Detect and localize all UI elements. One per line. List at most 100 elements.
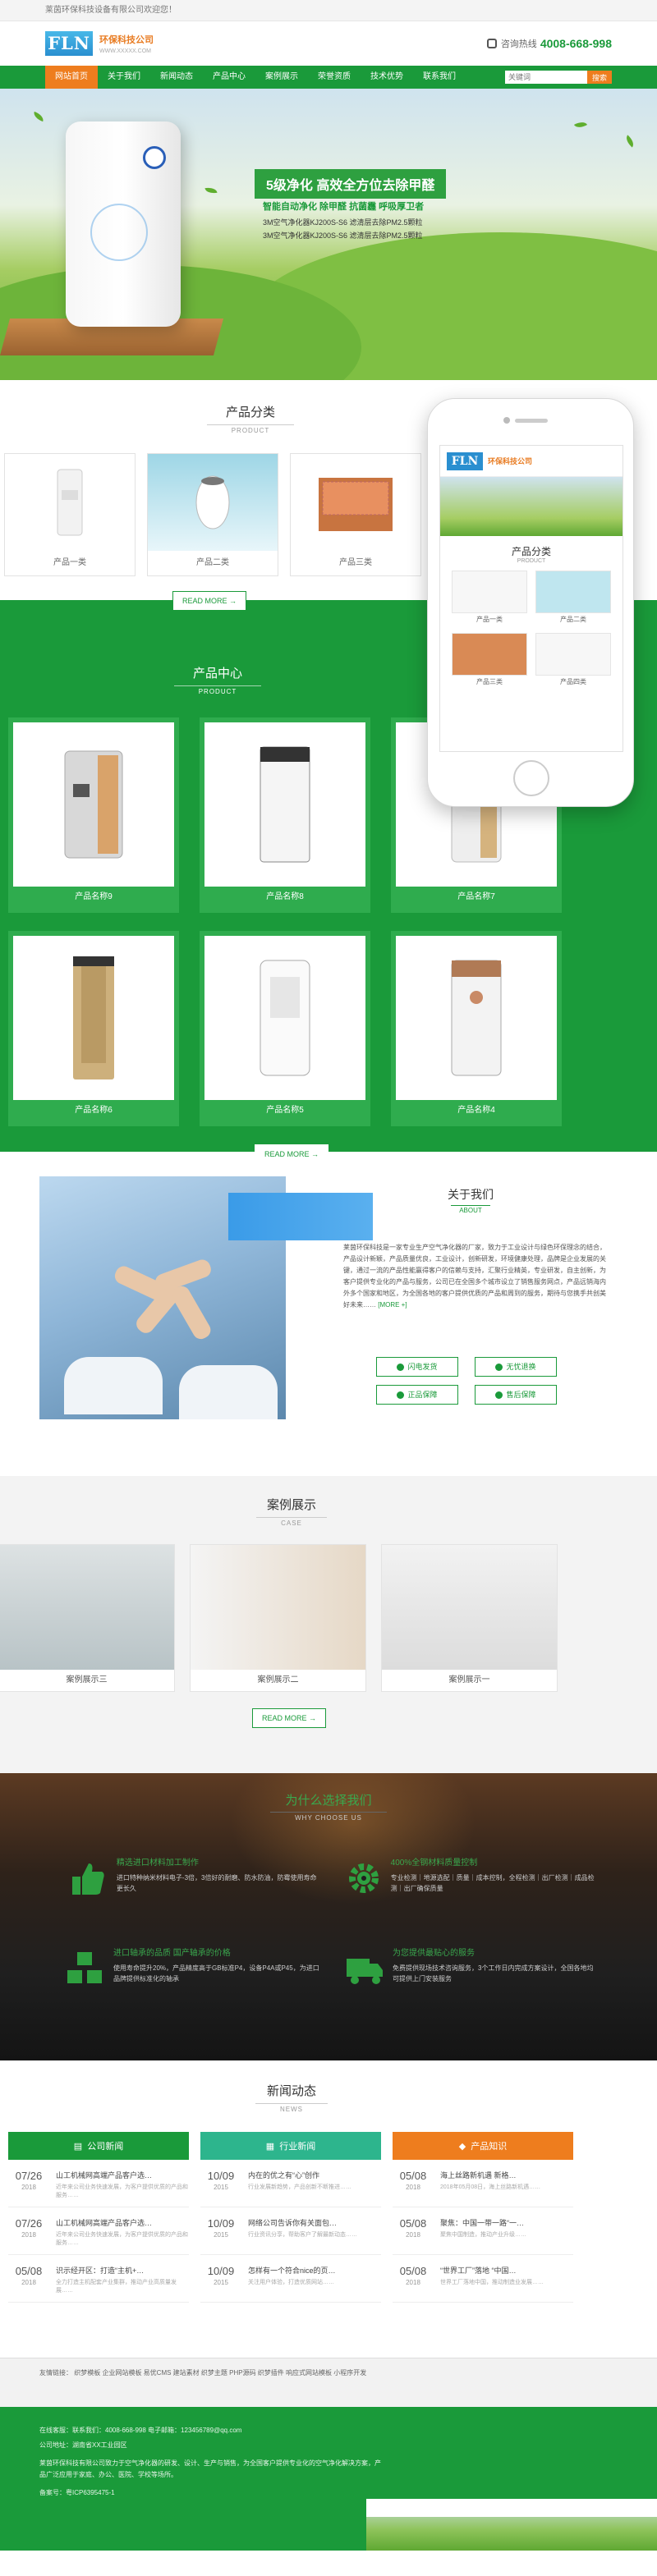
leaf-icon [32,111,45,122]
about-sky-image [228,1193,373,1240]
news-item[interactable]: 07/26 2018 山工机械网高端产品客户选… 近年来公司业务快速发展，为客户提供… [8,2160,189,2207]
header: FLN 环保科技公司 WWW.XXXXX.COM 咨询热线 4008-668-9… [0,21,657,66]
news-title: 网络公司告诉你有关面包… [248,2219,338,2227]
news-item[interactable]: 10/09 2015 内在的优之有“心”创作 行业发展新趋势，产品创新不断推进…… [200,2160,381,2207]
banner-purifier-image [66,121,181,327]
logo[interactable]: FLN 环保科技公司 WWW.XXXXX.COM [45,31,154,56]
section-subtitle: PRODUCT [173,685,262,695]
about-more-link[interactable]: [MORE +] [378,1301,407,1309]
category-card[interactable]: 产品一类 [4,453,136,576]
feature-free-return[interactable]: 无忧退换 [475,1357,557,1377]
phone-item-image[interactable] [452,571,527,613]
category-card[interactable]: 产品二类 [147,453,278,576]
about-text: 莱茵环保科技是一家专业生产空气净化器的厂家，致力于工业设计与绿色环保理念的结合，… [343,1244,606,1309]
leaf-icon [623,135,636,148]
news-date: 05/08 [399,2170,427,2182]
product-card[interactable]: 产品名称5 [200,931,370,1126]
footer: 在线客服：联系我们：4008-668-998 电子邮箱：123456789@qq… [0,2407,657,2551]
news-desc: 2018年05月08日，海上丝路新机遇…… [440,2184,541,2190]
product-image [204,722,365,887]
news-tab-knowledge[interactable]: ◆ 产品知识 [393,2132,573,2160]
products-more-button[interactable]: READ MORE → [255,1144,328,1164]
news-year: 2015 [214,2184,228,2191]
news-item[interactable]: 05/08 2018 海上丝路新机遇 新格… 2018年05月08日，海上丝路新机遇… [393,2160,573,2207]
case-image [382,1545,557,1670]
case-card[interactable]: 案例展示一 [381,1544,558,1692]
news-year: 2015 [214,2279,228,2286]
search-box: 搜索 [505,71,612,84]
nav-item-news[interactable]: 新闻动态 [150,66,203,89]
news-date: 10/09 [207,2217,235,2230]
about-title: 关于我们 [448,1188,494,1201]
purifier-flower-pattern [90,204,148,261]
why-item-desc: 专业检测｜地源选配｜质量｜成本控制，全程检测｜出厂检测｜成品检测｜出厂确保质量 [390,1874,595,1892]
about-image-person [64,1357,163,1414]
feature-fast-shipping[interactable]: 闪电发货 [376,1357,458,1377]
search-button[interactable]: 搜索 [587,71,612,84]
phone-item-label: 产品四类 [560,678,586,685]
news-item[interactable]: 05/08 2018 聚焦：中国一带一路“一… 聚焦中国制造，推动产业升级…… [393,2207,573,2255]
news-year: 2018 [406,2279,420,2286]
search-input[interactable] [505,71,587,84]
section-subtitle: CASE [256,1517,327,1527]
nav-item-about[interactable]: 关于我们 [98,66,150,89]
case-label: 案例展示一 [448,1675,490,1684]
footer-image [366,2499,657,2551]
leaf-icon [204,186,218,195]
why-subtitle: WHY CHOOSE US [270,1812,387,1822]
phone-item-image[interactable] [452,633,527,676]
hero-banner: 5级净化 高效全方位去除甲醛 智能自动净化 除甲醛 抗菌霾 呼吸厚卫者 3M空气… [0,89,657,380]
category-card[interactable]: 产品三类 [290,453,421,576]
product-label: 产品名称9 [75,892,113,901]
case-section: 案例展示 CASE 案例展示三 案例展示二 案例展示一 READ MORE → [0,1476,657,1773]
news-date: 07/26 [15,2217,43,2230]
phone-camera [503,417,510,424]
news-column-company: ▤ 公司新闻 07/26 2018 山工机械网高端产品客户选… 近年来公司业务快速发展… [8,2132,189,2303]
product-card[interactable]: 产品名称6 [8,931,179,1126]
news-date: 05/08 [399,2217,427,2230]
news-tab-company[interactable]: ▤ 公司新闻 [8,2132,189,2160]
case-card[interactable]: 案例展示二 [190,1544,366,1692]
nav-item-products[interactable]: 产品中心 [203,66,255,89]
hotline-number: 4008-668-998 [540,37,612,50]
news-item[interactable]: 10/09 2015 网络公司告诉你有关面包… 行业资讯分享，帮助客户了解最新动态…… [200,2207,381,2255]
feature-after-sales[interactable]: 售后保障 [475,1385,557,1405]
nav-item-cases[interactable]: 案例展示 [255,66,308,89]
why-item-title: 400%全钢材料质量控制 [390,1859,478,1868]
nav-item-contact[interactable]: 联系我们 [413,66,466,89]
phone-item-image[interactable] [535,633,611,676]
phone-icon [486,39,497,48]
friend-links: 友情链接： 织梦模板 企业网站模板 易优CMS 建站素材 织梦主题 PHP源码 … [0,2358,657,2407]
news-item[interactable]: 10/09 2015 怎样有一个符合nice的页… 关注用户体验，打造优质网站…… [200,2255,381,2303]
category-image [291,454,420,551]
news-title: 山工机械网高端产品客户选… [56,2219,153,2227]
categories-more-button[interactable]: READ MORE → [172,591,246,611]
product-card[interactable]: 产品名称4 [391,931,562,1126]
phone-item-image[interactable] [535,571,611,613]
feature-genuine[interactable]: 正品保障 [376,1385,458,1405]
news-item[interactable]: 05/08 2018 “世界工厂”落地 “中国… 世界工厂落地中国，推动制造业发展…… [393,2255,573,2303]
service-icon [495,1391,503,1399]
product-label: 产品名称7 [457,892,495,901]
phone-mockup: FLN 环保科技公司 产品分类 PRODUCT 产品一类 产品二类 产品三类 产… [427,398,634,807]
cases-more-button[interactable]: READ MORE → [252,1708,326,1728]
news-date: 05/08 [399,2265,427,2277]
section-title: 产品中心 [192,667,242,681]
news-title: 识示经开区：打造“主机+… [56,2267,145,2275]
nav-item-honors[interactable]: 荣誉资质 [308,66,361,89]
phone-item-label: 产品一类 [476,616,503,623]
nav-item-tech[interactable]: 技术优势 [361,66,413,89]
news-item[interactable]: 07/26 2018 山工机械网高端产品客户选… 近年来公司业务快速发展，为客户提供… [8,2207,189,2255]
product-card[interactable]: 产品名称9 [8,717,179,913]
news-item[interactable]: 05/08 2018 识示经开区：打造“主机+… 全力打造主机配套产业集群，推动产业… [8,2255,189,2303]
case-image [0,1545,174,1670]
case-card[interactable]: 案例展示三 [0,1544,175,1692]
product-card[interactable]: 产品名称8 [200,717,370,913]
section-title: 产品分类 [225,406,275,419]
footer-copyright: 备案号：粤ICP6395475-1 [39,2489,115,2496]
news-tab-industry[interactable]: ▦ 行业新闻 [200,2132,381,2160]
about-image-hand [168,1283,214,1342]
links-list[interactable]: 织梦模板 企业网站模板 易优CMS 建站素材 织梦主题 PHP源码 织梦插件 响… [74,2369,366,2377]
nav-item-home[interactable]: 网站首页 [45,66,98,89]
category-label: 产品二类 [196,558,229,567]
